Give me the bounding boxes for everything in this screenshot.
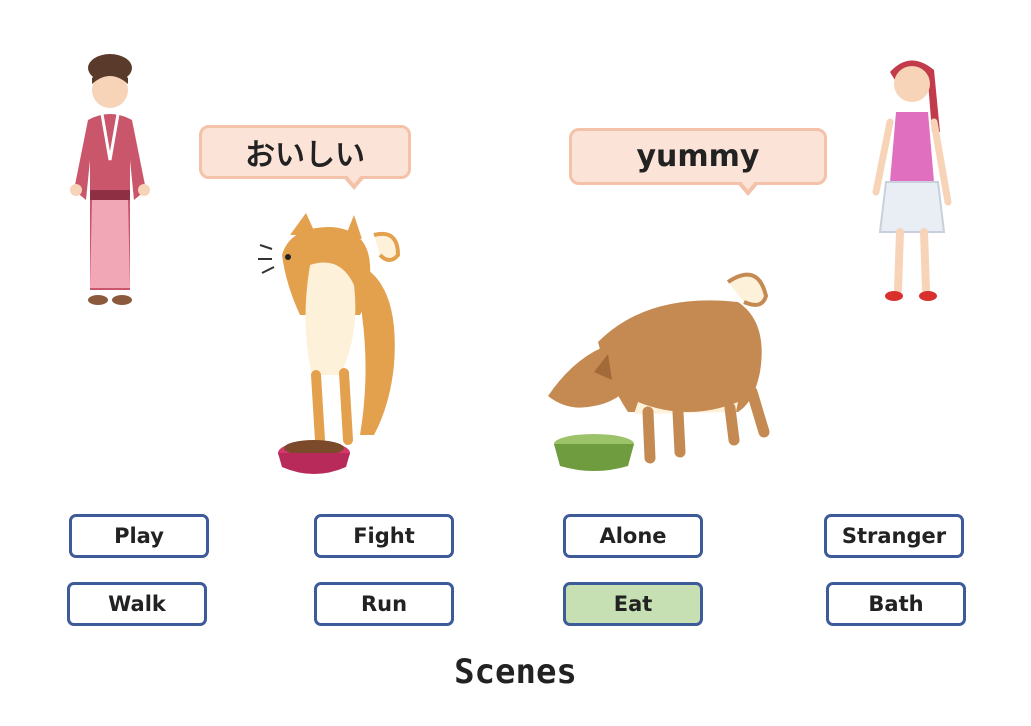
bath-button[interactable]: Bath xyxy=(826,582,966,626)
girl-illustration xyxy=(872,60,952,301)
speech-bubble-right-text: yummy xyxy=(636,139,760,174)
kimono-woman-illustration xyxy=(70,54,150,305)
play-button[interactable]: Play xyxy=(69,514,209,558)
page-title: Scenes xyxy=(454,652,577,692)
run-button[interactable]: Run xyxy=(314,582,454,626)
run-button-label: Run xyxy=(360,592,408,616)
walk-button-label: Walk xyxy=(108,592,166,616)
fight-button-label: Fight xyxy=(353,524,415,548)
stranger-button[interactable]: Stranger xyxy=(824,514,964,558)
shiba-dog-sitting-illustration xyxy=(258,213,401,474)
speech-bubble-left-text: おいしい xyxy=(245,138,365,173)
eat-button[interactable]: Eat xyxy=(563,582,703,626)
alone-button-label: Alone xyxy=(599,524,667,548)
play-button-label: Play xyxy=(114,524,164,548)
speech-bubble-left: おいしい xyxy=(199,125,411,190)
walk-button[interactable]: Walk xyxy=(67,582,207,626)
stranger-button-label: Stranger xyxy=(841,524,947,548)
shiba-dog-eating-illustration xyxy=(548,272,770,471)
fight-button[interactable]: Fight xyxy=(314,514,454,558)
bath-button-label: Bath xyxy=(868,592,924,616)
alone-button[interactable]: Alone xyxy=(563,514,703,558)
speech-bubble-right: yummy xyxy=(569,128,827,196)
eat-button-label: Eat xyxy=(613,592,653,616)
